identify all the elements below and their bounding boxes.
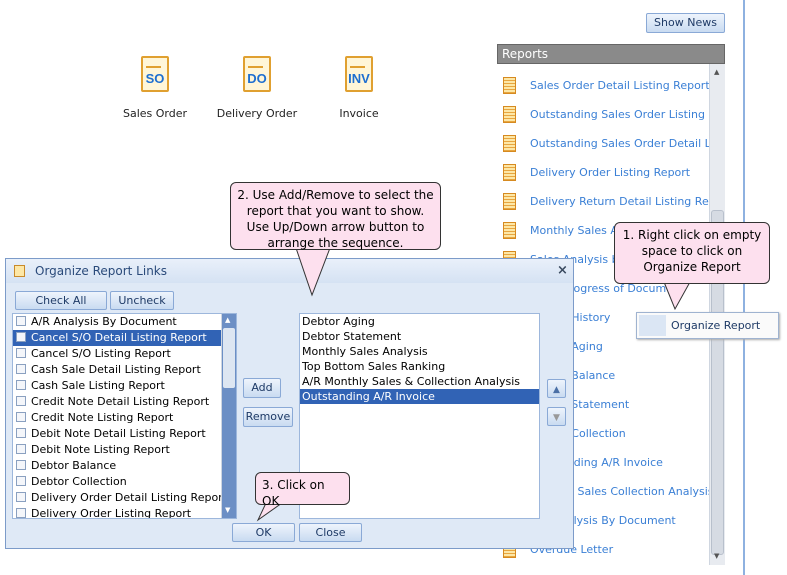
callout-step1: 1. Right click on empty space to click o… <box>614 222 770 284</box>
callout-step3: 3. Click on OK <box>255 472 350 508</box>
callout-tails <box>256 247 691 522</box>
callout-step2: 2. Use Add/Remove to select the report t… <box>230 182 441 250</box>
